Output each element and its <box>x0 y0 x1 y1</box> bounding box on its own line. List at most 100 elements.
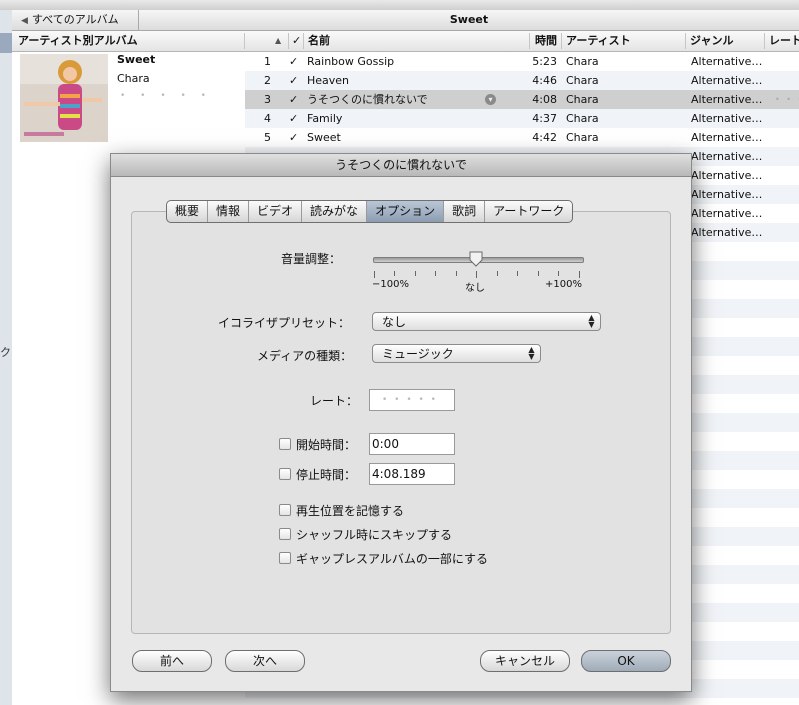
column-separator <box>764 33 765 49</box>
table-row[interactable]: 1 ✓ Rainbow Gossip 5:23 Chara Alternative… <box>245 52 799 71</box>
tab-summary[interactable]: 概要 <box>167 201 209 222</box>
track-genre: Alternative… <box>691 207 763 220</box>
stop-time-checkbox[interactable] <box>279 468 291 480</box>
slider-tick <box>558 271 559 276</box>
ok-button[interactable]: OK <box>581 650 671 672</box>
column-genre[interactable]: ジャンル <box>690 31 733 51</box>
track-name: Family <box>307 112 343 125</box>
tab-lyrics[interactable]: 歌詞 <box>444 201 486 222</box>
column-check[interactable]: ✓ <box>292 31 301 51</box>
track-artist: Chara <box>566 112 599 125</box>
track-number: 2 <box>264 74 271 87</box>
track-rating[interactable]: • • • • • <box>775 90 799 109</box>
slider-tick <box>579 271 580 278</box>
track-number: 4 <box>264 112 271 125</box>
start-time-checkbox[interactable] <box>279 438 291 450</box>
track-checkbox[interactable]: ✓ <box>289 52 298 71</box>
gapless-album-label: ギャップレスアルバムの一部にする <box>296 552 489 566</box>
skip-shuffle-checkbox[interactable] <box>279 528 291 540</box>
track-genre: Alternative… <box>691 226 763 239</box>
tab-bar: 概要 情報 ビデオ 読みがな オプション 歌詞 アートワーク <box>166 200 574 223</box>
track-genre: Alternative… <box>691 112 763 125</box>
tab-reading[interactable]: 読みがな <box>302 201 368 222</box>
all-albums-back-button[interactable]: ◀ すべてのアルバム <box>12 10 139 30</box>
track-name: Rainbow Gossip <box>307 55 395 68</box>
next-button[interactable]: 次へ <box>225 650 305 672</box>
media-kind-select[interactable]: ミュージック ▲ ▼ <box>372 344 541 363</box>
slider-tick <box>538 271 539 276</box>
gapless-album-checkbox[interactable] <box>279 552 291 564</box>
album-header-bar: ◀ すべてのアルバム Sweet <box>12 10 799 31</box>
tab-info[interactable]: 情報 <box>208 201 250 222</box>
track-time: 5:23 <box>532 55 557 68</box>
slider-tick <box>415 271 416 276</box>
remember-position-checkbox[interactable] <box>279 504 291 516</box>
song-info-dialog: うそつくのに慣れないで 概要 情報 ビデオ 読みがな オプション 歌詞 アートワ… <box>110 153 692 692</box>
rating-field[interactable]: • • • • • <box>369 389 455 411</box>
track-genre: Alternative… <box>691 150 763 163</box>
column-rating[interactable]: レート <box>769 31 799 51</box>
track-artist: Chara <box>566 131 599 144</box>
column-time[interactable]: 時間 <box>535 31 557 51</box>
tab-artwork[interactable]: アートワーク <box>485 201 572 222</box>
table-row[interactable]: 5 ✓ Sweet 4:42 Chara Alternative… <box>245 128 799 147</box>
sort-ascending-icon[interactable]: ▲ <box>275 31 281 51</box>
track-time: 4:42 <box>532 131 557 144</box>
previous-button[interactable]: 前へ <box>132 650 212 672</box>
equalizer-select[interactable]: なし ▲ ▼ <box>372 312 601 331</box>
track-checkbox[interactable]: ✓ <box>289 71 298 90</box>
column-separator <box>288 33 289 49</box>
volume-slider-thumb[interactable] <box>469 251 483 267</box>
track-artist: Chara <box>566 74 599 87</box>
rating-label: レート： <box>310 394 359 408</box>
tab-video[interactable]: ビデオ <box>249 201 303 222</box>
track-genre: Alternative… <box>691 74 763 87</box>
column-artist-album[interactable]: アーティスト別アルバム <box>18 31 138 51</box>
track-time: 4:37 <box>532 112 557 125</box>
source-sidebar[interactable]: ク <box>0 10 12 705</box>
remember-position-label: 再生位置を記憶する <box>296 504 405 518</box>
album-rating[interactable]: • • • • • <box>120 91 212 101</box>
back-arrow-icon: ◀ <box>21 16 28 26</box>
cancel-button[interactable]: キャンセル <box>480 650 570 672</box>
track-checkbox[interactable]: ✓ <box>289 90 298 109</box>
track-number: 5 <box>264 131 271 144</box>
sidebar-selected-item[interactable] <box>0 33 12 53</box>
slider-tick <box>456 271 457 276</box>
track-number: 1 <box>264 55 271 68</box>
track-genre: Alternative… <box>691 55 763 68</box>
track-menu-icon[interactable]: ▾ <box>485 94 496 105</box>
table-row[interactable]: 3 ✓ うそつくのに慣れないで 4:08 Chara Alternative… • • • … <box>245 90 799 109</box>
column-separator <box>685 33 686 49</box>
album-artist: Chara <box>117 72 150 85</box>
options-panel <box>131 211 671 634</box>
track-artist: Chara <box>566 93 599 106</box>
volume-max-label: +100% <box>545 279 582 290</box>
column-artist[interactable]: アーティスト <box>566 31 631 51</box>
column-name[interactable]: 名前 <box>308 31 330 51</box>
column-separator <box>561 33 562 49</box>
track-genre: Alternative… <box>691 188 763 201</box>
all-albums-label: すべてのアルバム <box>31 13 119 26</box>
volume-mid-label: なし <box>465 283 485 294</box>
album-title: Sweet <box>449 13 489 26</box>
column-separator <box>244 33 245 49</box>
track-genre: Alternative… <box>691 131 763 144</box>
stop-time-label: 停止時間： <box>296 468 357 482</box>
slider-tick <box>374 271 375 278</box>
start-time-label: 開始時間： <box>296 438 357 452</box>
start-time-field[interactable]: 0:00 <box>369 433 455 455</box>
table-row[interactable]: 2 ✓ Heaven 4:46 Chara Alternative… <box>245 71 799 90</box>
track-checkbox[interactable]: ✓ <box>289 128 298 147</box>
album-artwork[interactable] <box>20 54 108 142</box>
album-name: Sweet <box>117 53 156 66</box>
table-row[interactable]: 4 ✓ Family 4:37 Chara Alternative… <box>245 109 799 128</box>
track-checkbox[interactable]: ✓ <box>289 109 298 128</box>
up-down-arrows-icon: ▲ ▼ <box>528 345 535 361</box>
track-number: 3 <box>264 93 271 106</box>
stop-time-field[interactable]: 4:08.189 <box>369 463 455 485</box>
slider-tick <box>435 271 436 276</box>
media-kind-value: ミュージック <box>382 347 454 361</box>
slider-tick <box>497 271 498 276</box>
tab-options[interactable]: オプション <box>367 201 445 222</box>
